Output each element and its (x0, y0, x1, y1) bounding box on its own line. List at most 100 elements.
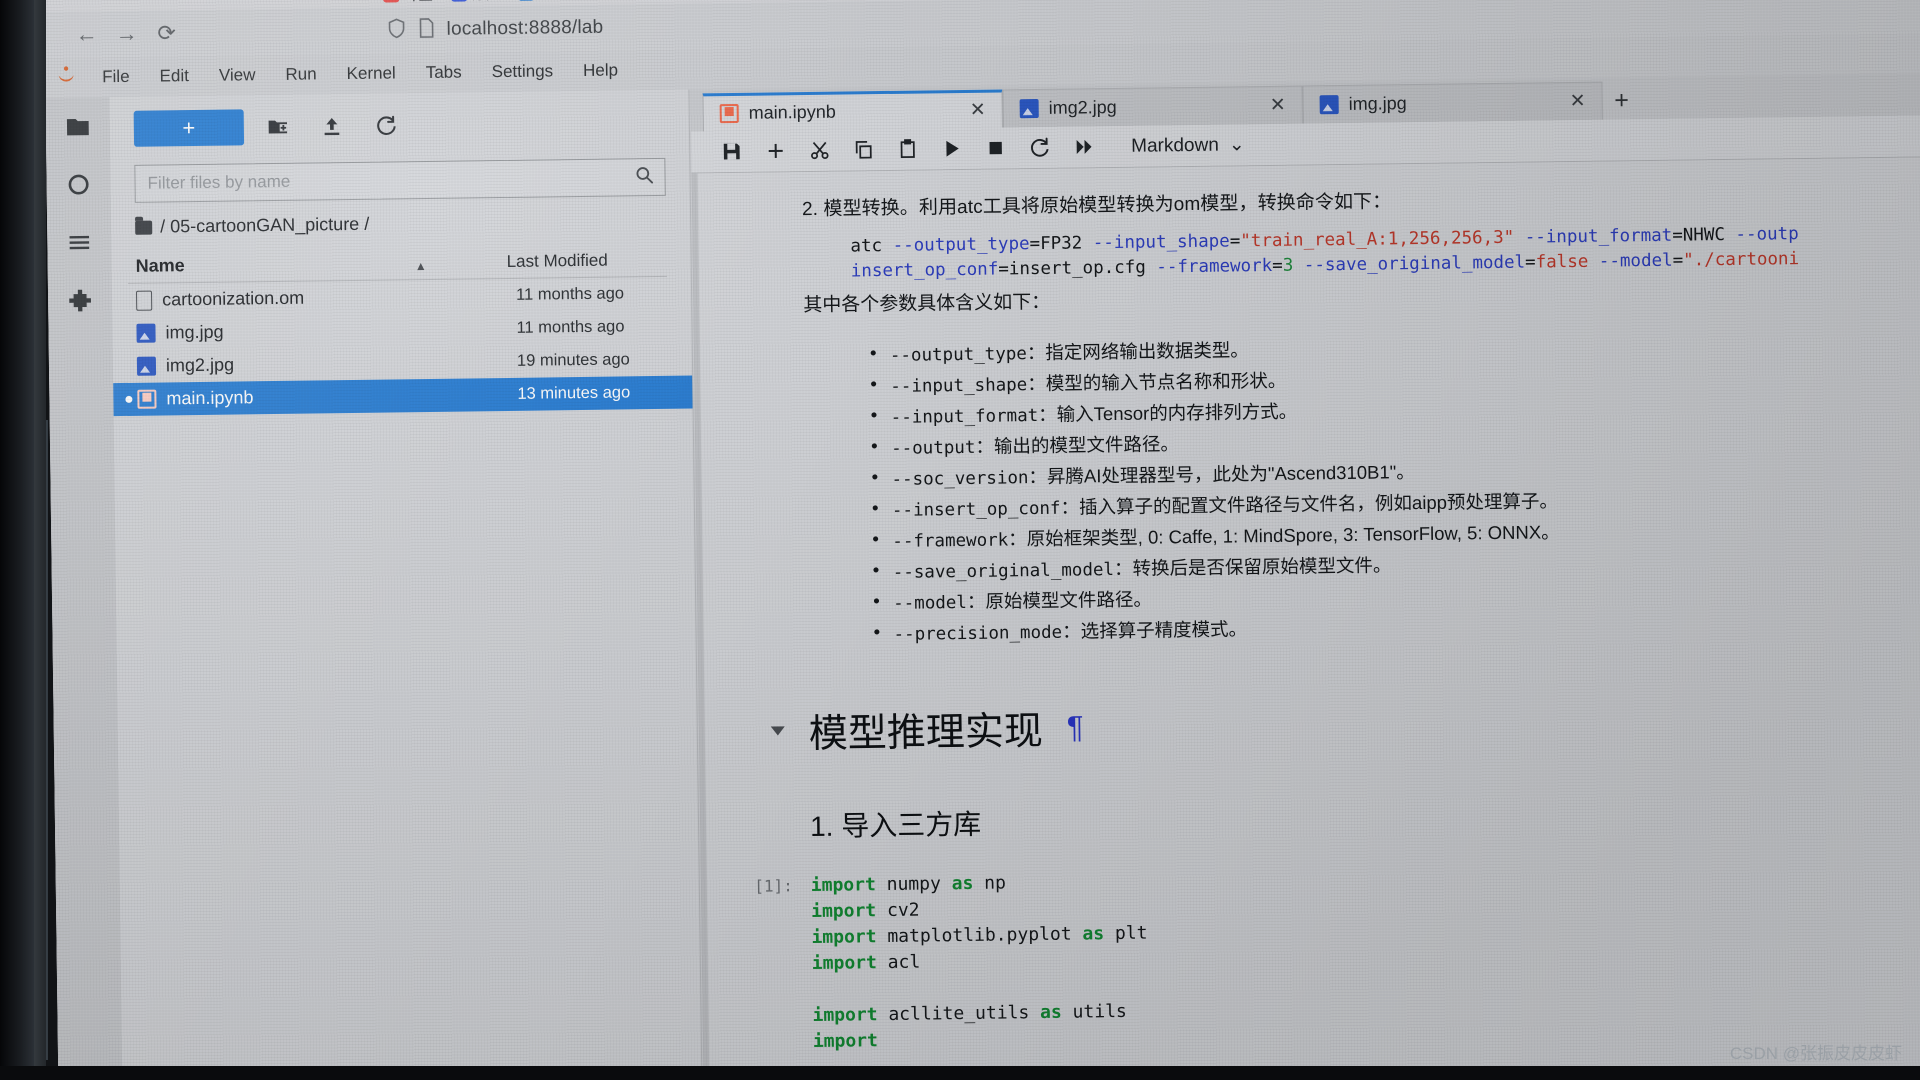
jupyter-logo-icon (45, 57, 88, 98)
code-token: "train_real_A:1,256,256,3" (1240, 228, 1525, 252)
code-token: import (811, 926, 887, 948)
close-icon[interactable]: ✕ (970, 99, 986, 122)
menu-settings[interactable]: Settings (476, 51, 568, 92)
sidebar-item-toc[interactable] (47, 213, 112, 272)
forward-icon[interactable]: → (106, 14, 147, 55)
heading-import-libraries: 1. 导入三方库 (810, 789, 1920, 844)
parameter-flag: --input_format (891, 406, 1039, 428)
filter-files-input[interactable] (147, 167, 634, 193)
cell-prompt: [1]: (749, 873, 813, 1056)
bookmark-item[interactable]: 斗 斗鱼 (374, 0, 442, 5)
url-text: localhost:8888/lab (446, 17, 603, 41)
sidebar-item-file-browser[interactable] (45, 97, 110, 156)
tab-main-ipynb[interactable]: main.ipynb ✕ (702, 89, 1002, 131)
refresh-icon[interactable] (366, 107, 406, 144)
column-header-last-modified[interactable]: Last Modified (507, 250, 667, 272)
run-icon[interactable] (929, 127, 974, 170)
unsaved-dot (125, 396, 132, 403)
screenshot-root: 斗斗鱼追追文xb【升CyolovW【升Y通义du风景_du风景B哔哩B泪滴B历史… (0, 0, 1920, 1080)
code-cell[interactable]: [1]: import numpy as npimport cv2import … (811, 857, 1920, 1055)
bookmark-item[interactable]: Y通义 (716, 0, 784, 1)
copy-icon[interactable] (841, 129, 886, 172)
bookmark-item[interactable]: 追追文 (442, 0, 510, 4)
code-token: = (1230, 231, 1241, 251)
new-launcher-button[interactable]: + (134, 109, 244, 146)
save-icon[interactable] (709, 130, 754, 173)
file-modified-text: 11 months ago (516, 284, 691, 305)
new-folder-icon[interactable] (258, 109, 298, 146)
cell-type-value: Markdown (1131, 134, 1219, 157)
search-icon (634, 165, 654, 190)
insert-cell-icon[interactable] (753, 130, 798, 173)
parameter-flag: --save_original_model (893, 560, 1115, 583)
file-row[interactable]: main.ipynb13 minutes ago (113, 376, 692, 417)
code-token: atc (850, 236, 892, 257)
restart-run-all-icon[interactable] (1061, 126, 1106, 169)
menu-edit[interactable]: Edit (144, 56, 204, 97)
cell-type-dropdown[interactable]: Markdown ⌄ (1131, 133, 1245, 157)
close-icon[interactable]: ✕ (1570, 90, 1586, 113)
menu-help[interactable]: Help (568, 50, 633, 91)
bookmark-item[interactable]: xb【升 (509, 0, 577, 3)
tab-label: main.ipynb (749, 100, 960, 124)
upload-icon[interactable] (312, 108, 352, 145)
code-token: plt (1115, 923, 1148, 944)
jupyterlab-body: + (45, 73, 1920, 1080)
close-icon[interactable]: ✕ (1270, 94, 1286, 117)
parameter-desc: ：昇腾AI处理器型号，此处为"Ascend310B1"。 (1028, 461, 1415, 487)
sort-ascending-icon[interactable]: ▲ (415, 259, 427, 273)
monitor-screen: 斗斗鱼追追文xb【升CyolovW【升Y通义du风景_du风景B哔哩B泪滴B历史… (44, 0, 1920, 1080)
collapse-triangle-icon[interactable] (771, 727, 785, 736)
code-token: utils (1072, 1001, 1126, 1023)
code-token: = (1525, 253, 1536, 273)
code-token: acllite_utils (888, 1002, 1040, 1025)
code-token: --input_format (1525, 226, 1673, 248)
code-token: import (813, 1030, 878, 1052)
file-name-text: img2.jpg (166, 355, 234, 377)
notebook-canvas[interactable]: 2. 模型转换。利用atc工具将原始模型转换为om模型，转换命令如下： atc … (692, 157, 1920, 1080)
code-token: --outp (1735, 224, 1798, 245)
filter-files-box[interactable] (134, 158, 665, 203)
tab-img2-jpg[interactable]: img2.jpg✕ (1002, 86, 1302, 128)
parameter-flag: --model (893, 593, 967, 614)
code-token: --save_original_model (1293, 253, 1525, 276)
code-cell-source[interactable]: import numpy as npimport cv2import matpl… (811, 868, 1149, 1055)
parameter-flag: --output_type (890, 344, 1027, 366)
heading2-text: 模型推理实现 (808, 700, 1043, 759)
file-list: cartoonization.om11 months agoimg.jpg11 … (112, 277, 693, 417)
address-bar[interactable]: localhost:8888/lab (386, 14, 603, 44)
reload-icon[interactable]: ⟳ (146, 13, 187, 54)
bookmark-item[interactable]: W【升 (649, 0, 717, 2)
sidebar-item-extensions[interactable] (48, 271, 113, 330)
menu-tabs[interactable]: Tabs (410, 52, 476, 93)
bookmark-label: 斗鱼 (404, 0, 433, 5)
cut-icon[interactable] (797, 129, 842, 172)
anchor-link-icon[interactable]: ¶ (1067, 709, 1084, 745)
code-token: numpy (887, 873, 952, 895)
paste-icon[interactable] (885, 128, 930, 171)
stop-icon[interactable] (973, 127, 1018, 170)
breadcrumb-path: / 05-cartoonGAN_picture / (160, 214, 369, 238)
shield-icon (386, 17, 406, 44)
file-name-text: main.ipynb (166, 387, 253, 409)
tab-img-jpg[interactable]: img.jpg✕ (1302, 82, 1602, 124)
column-header-name[interactable]: Name (128, 252, 415, 277)
new-tab-button[interactable]: + (1602, 81, 1640, 119)
menu-file[interactable]: File (87, 57, 145, 98)
monitor-bezel-bottom (0, 1066, 1920, 1080)
bookmark-favicon-icon: xb (518, 0, 534, 1)
menu-view[interactable]: View (204, 55, 271, 96)
menu-run[interactable]: Run (270, 54, 332, 95)
file-browser-toolbar: + (109, 90, 689, 154)
bookmark-label: 【升 (679, 0, 708, 1)
restart-kernel-icon[interactable] (1017, 126, 1062, 169)
breadcrumb[interactable]: / 05-cartoonGAN_picture / (135, 210, 666, 238)
bookmark-favicon-icon: 斗 (383, 0, 399, 3)
sidebar-item-running[interactable] (46, 155, 111, 214)
parameter-desc: ：模型的输入节点名称和形状。 (1027, 370, 1286, 394)
back-icon[interactable]: ← (66, 14, 107, 55)
code-token: =insert_op.cfg (998, 258, 1156, 280)
parameter-flag: --soc_version (891, 468, 1028, 490)
code-line: import acllite_utils as utils (812, 999, 1148, 1029)
menu-kernel[interactable]: Kernel (331, 53, 411, 94)
